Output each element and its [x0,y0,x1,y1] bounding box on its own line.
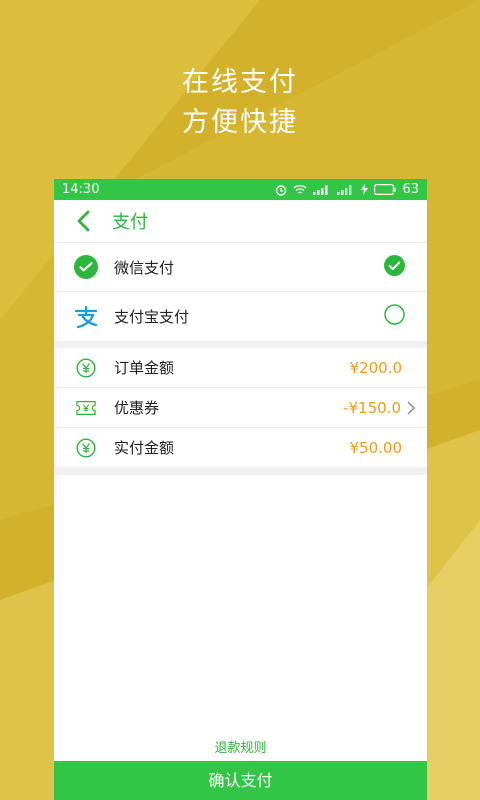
yen-icon [76,437,96,458]
battery-level: 63 [402,182,419,197]
payment-option-label: 支付宝支付 [114,308,190,326]
order-amount-value: ¥200.0 [349,358,403,377]
order-amount-label: 订单金额 [114,359,175,377]
refund-rules-link[interactable]: 退款规则 [54,737,427,756]
promo-line-2: 方便快捷 [182,107,298,138]
section-divider [54,341,427,348]
paid-amount-row: 实付金额 ¥50.00 [54,428,427,468]
back-button[interactable] [54,200,112,242]
battery-icon [374,184,397,195]
page-title: 支付 [112,212,148,233]
chevron-right-icon [407,401,421,415]
payment-option-wechat[interactable]: 微信支付 [54,243,427,292]
confirm-payment-button[interactable]: 确认支付 [54,761,427,800]
coupon-icon [76,398,96,418]
order-amount-row: 订单金额 ¥200.0 [54,348,427,388]
selected-check-icon[interactable] [384,254,405,280]
phone-screen: 14:30 63 支付 微信支付 支付宝支付 订单金额 ¥200.0 优惠券 -… [54,179,427,800]
wifi-icon [294,185,307,194]
paid-amount-value: ¥50.00 [349,438,403,457]
promo-line-1: 在线支付 [182,67,298,98]
section-divider [54,468,427,475]
coupon-label: 优惠券 [114,399,160,417]
alipay-icon [74,305,98,329]
unselected-radio-icon[interactable] [384,304,405,329]
back-arrow-icon [77,210,90,232]
yen-icon [76,357,96,378]
signal-icon [313,184,328,195]
wechat-pay-icon [74,255,98,279]
status-time: 14:30 [62,182,100,197]
app-bar: 支付 [54,200,427,243]
paid-amount-label: 实付金额 [114,439,175,457]
payment-option-label: 微信支付 [114,258,175,277]
signal-2-icon [337,184,352,195]
charging-icon [361,184,369,195]
payment-option-alipay[interactable]: 支付宝支付 [54,292,427,341]
coupon-row[interactable]: 优惠券 -¥150.0 [54,388,427,428]
alarm-icon [276,184,287,196]
status-bar: 14:30 63 [54,179,427,200]
coupon-value: -¥150.0 [343,398,401,417]
